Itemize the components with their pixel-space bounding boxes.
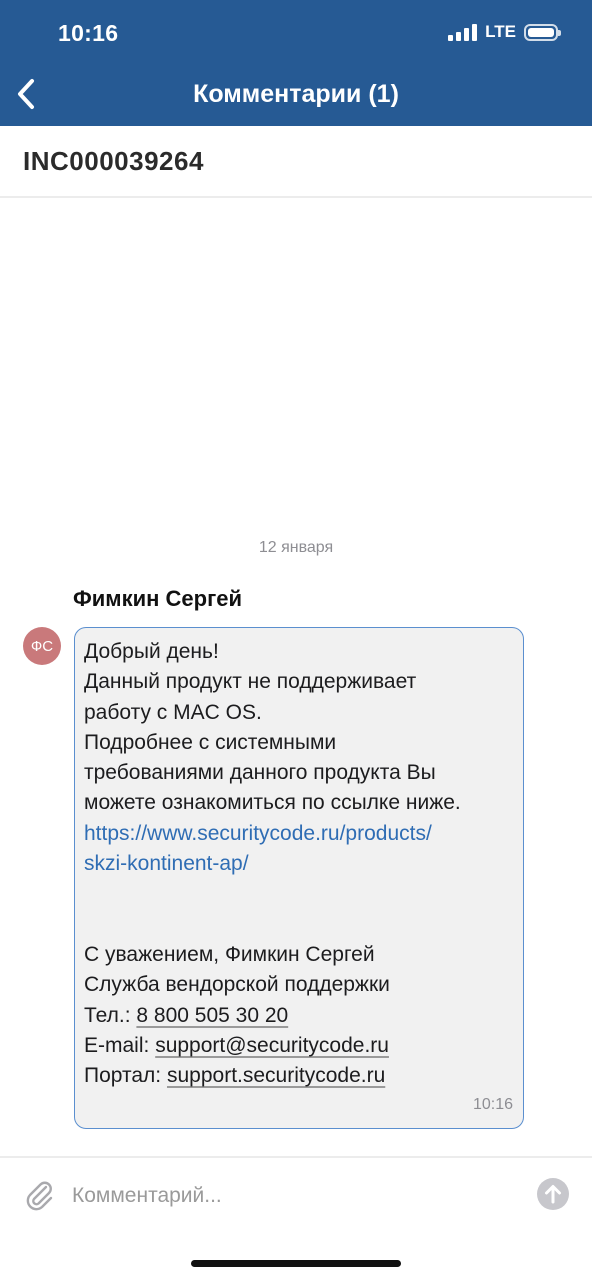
product-link[interactable]: https://www.securitycode.ru/products/ [84,822,432,845]
portal-label: Портал: [84,1064,167,1088]
message-line: требованиями данного продукта Вы [84,761,436,785]
message-line: можете ознакомиться по ссылке ниже. [84,791,461,815]
message-time: 10:16 [472,1095,513,1113]
attach-button[interactable] [22,1178,56,1212]
navigation-header: 10:16 LTE Комментарии (1) [0,0,592,126]
avatar: ФС [23,627,61,665]
arrow-up-icon [537,1178,569,1210]
signal-icon [448,23,478,41]
phone-label: Тел.: [84,1003,137,1027]
message-line: Подробнее с системными [84,730,337,754]
product-link-continued[interactable]: skzi-kontinent-ap/ [84,852,249,875]
status-time: 10:16 [58,20,119,46]
divider [0,196,592,198]
message-bubble: Добрый день! Данный продукт не поддержив… [74,627,524,1129]
battery-icon [524,23,561,41]
divider [0,1156,592,1158]
phone-link[interactable]: 8 800 505 30 20 [136,1004,288,1027]
message-line: Добрый день! [84,640,219,663]
email-link[interactable]: support@securitycode.ru [155,1034,389,1057]
date-separator: 12 января [258,539,334,556]
signature-department: Служба вендорской поддержки [84,973,390,997]
page-title: Комментарии (1) [193,80,399,108]
message-line: работу с MAC OS. [84,700,262,724]
incident-number: INC000039264 [23,146,204,176]
status-indicators: LTE [448,22,561,42]
home-indicator [191,1260,401,1267]
paperclip-icon [26,1181,53,1211]
message-author: Фимкин Сергей [73,586,242,611]
network-type: LTE [485,22,516,41]
comment-input[interactable] [72,1174,512,1218]
message-line: Данный продукт не поддерживает [84,670,417,694]
send-button[interactable] [536,1177,570,1211]
email-label: E-mail: [84,1033,156,1057]
signature-greeting: С уважением, Фимкин Сергей [84,942,375,966]
portal-link[interactable]: support.securitycode.ru [167,1064,385,1087]
